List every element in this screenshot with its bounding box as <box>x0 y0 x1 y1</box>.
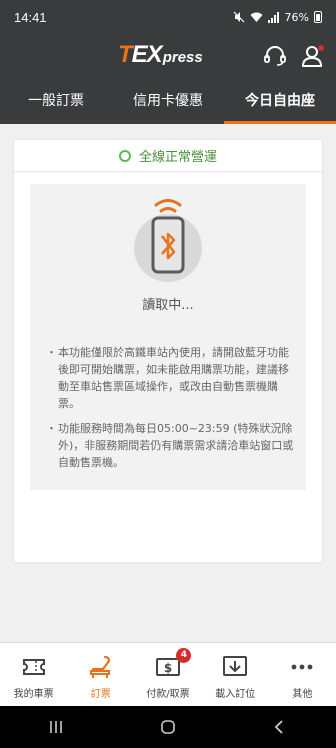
note-text: 功能服務時間為每日05:00~23:59 (特殊狀況除外)，非服務期間若仍有購票… <box>58 422 294 469</box>
bluetooth-phone-icon <box>134 199 202 282</box>
nav-my-tickets[interactable]: 我的車票 <box>0 643 67 706</box>
note-item: ・ 功能服務時間為每日05:00~23:59 (特殊狀況除外)，非服務期間若仍有… <box>46 422 294 469</box>
service-status: 全線正常營運 <box>14 140 322 172</box>
battery-icon <box>314 11 322 23</box>
reading-status: 讀取中... <box>142 298 194 313</box>
bluetooth-reader-panel: 讀取中... ・ 本功能僅限於高鐵車站內使用，請開啟藍牙功能後即可開始購票，如未… <box>30 184 306 490</box>
wifi-icon <box>250 12 263 22</box>
nav-label: 付款/取票 <box>146 689 190 700</box>
status-ring-icon <box>118 149 131 162</box>
svg-text:$: $ <box>164 661 172 675</box>
note-item: ・ 本功能僅限於高鐵車站內使用，請開啟藍牙功能後即可開始購票，如未能啟用購票功能… <box>46 346 289 410</box>
headset-icon[interactable] <box>262 43 288 69</box>
texpress-logo: T EX press <box>118 41 203 68</box>
signal-icon <box>267 11 279 23</box>
bottom-navigation: 我的車票 訂票 $ 4 付款/取票 載入訂位 其他 <box>0 642 336 706</box>
status-bar: 14:41 76% <box>0 0 336 34</box>
status-time: 14:41 <box>14 9 47 25</box>
system-navigation-bar <box>0 706 336 748</box>
nav-label: 我的車票 <box>13 689 54 700</box>
seat-icon <box>89 655 110 678</box>
nav-label: 載入訂位 <box>215 689 256 700</box>
ticket-icon <box>22 659 45 675</box>
download-icon <box>223 656 248 676</box>
usage-notes: ・ 本功能僅限於高鐵車站內使用，請開啟藍牙功能後即可開始購票，如未能啟用購票功能… <box>44 344 296 479</box>
more-icon <box>292 664 313 670</box>
nav-label: 其他 <box>292 689 313 700</box>
tab-today-non-reserved[interactable]: 今日自由座 <box>224 78 336 124</box>
home-icon[interactable] <box>159 718 177 736</box>
service-status-label: 全線正常營運 <box>138 150 217 165</box>
nav-load-reservation[interactable]: 載入訂位 <box>202 643 269 706</box>
mute-icon <box>233 11 244 23</box>
booking-tabs: 一般訂票 信用卡優惠 今日自由座 <box>0 78 336 124</box>
tab-credit-card-offers[interactable]: 信用卡優惠 <box>112 78 224 124</box>
back-icon[interactable] <box>271 718 289 736</box>
user-icon[interactable] <box>300 43 326 69</box>
nav-booking[interactable]: 訂票 <box>67 643 134 706</box>
nav-more[interactable]: 其他 <box>269 643 336 706</box>
battery-percent: 76% <box>284 10 309 24</box>
status-icons: 76% <box>233 11 322 24</box>
notification-badge: 4 <box>176 648 192 663</box>
nav-payment-pickup[interactable]: $ 4 付款/取票 <box>134 643 201 706</box>
tab-general-booking[interactable]: 一般訂票 <box>0 78 112 124</box>
nav-label: 訂票 <box>90 689 111 700</box>
main-card: 全線正常營運 讀取中... ・ 本功能僅限於高鐵車站內使用，請開啟藍牙功能後即可… <box>14 140 322 562</box>
app-header: T EX press <box>0 34 336 78</box>
recent-apps-icon[interactable] <box>47 718 65 736</box>
note-text: 本功能僅限於高鐵車站內使用，請開啟藍牙功能後即可開始購票，如未能啟用購票功能，建… <box>58 346 289 410</box>
